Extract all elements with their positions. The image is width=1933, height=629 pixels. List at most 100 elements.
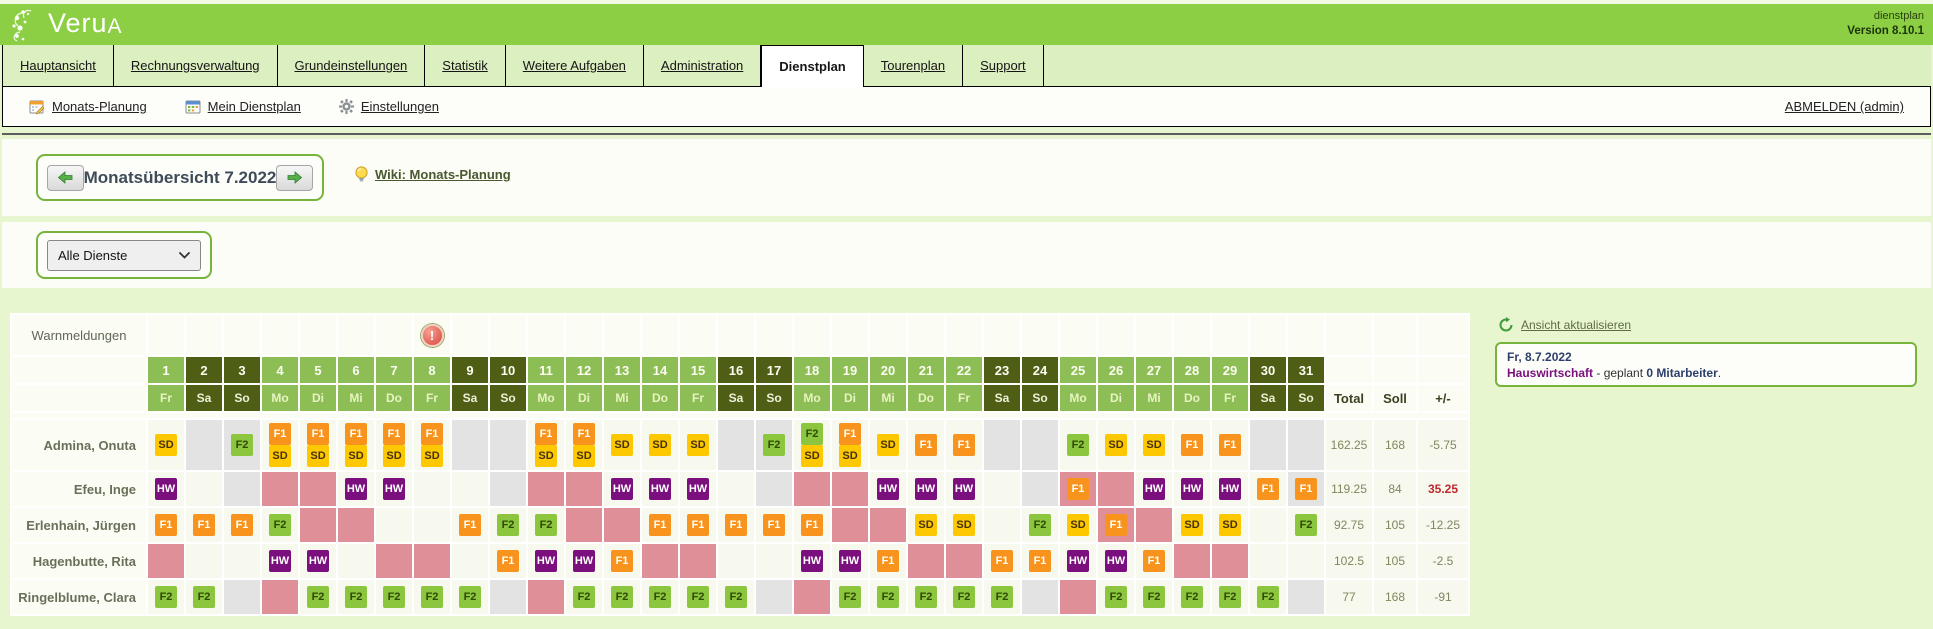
schedule-cell-day-24[interactable]: F1 xyxy=(1022,544,1058,578)
schedule-cell-day-24[interactable] xyxy=(1022,472,1058,506)
schedule-cell-day-1[interactable]: F2 xyxy=(148,580,184,614)
schedule-cell-day-23[interactable] xyxy=(984,472,1020,506)
schedule-cell-day-26[interactable]: HW xyxy=(1098,544,1134,578)
schedule-cell-day-4[interactable]: F2 xyxy=(262,508,298,542)
schedule-cell-day-23[interactable]: F1 xyxy=(984,544,1020,578)
schedule-cell-day-1[interactable] xyxy=(148,544,184,578)
schedule-cell-day-11[interactable]: F1SD xyxy=(528,420,564,470)
schedule-cell-day-21[interactable] xyxy=(908,544,944,578)
tab-support[interactable]: Support xyxy=(963,45,1044,86)
schedule-cell-day-11[interactable]: HW xyxy=(528,544,564,578)
schedule-cell-day-5[interactable]: F2 xyxy=(300,580,336,614)
schedule-cell-day-28[interactable]: HW xyxy=(1174,472,1210,506)
schedule-cell-day-17[interactable] xyxy=(756,472,792,506)
schedule-cell-day-9[interactable] xyxy=(452,420,488,470)
next-month-button[interactable] xyxy=(276,165,313,191)
schedule-cell-day-7[interactable] xyxy=(376,508,412,542)
schedule-cell-day-11[interactable] xyxy=(528,580,564,614)
schedule-cell-day-15[interactable]: F1 xyxy=(680,508,716,542)
schedule-cell-day-10[interactable]: F1 xyxy=(490,544,526,578)
schedule-cell-day-23[interactable] xyxy=(984,508,1020,542)
schedule-cell-day-1[interactable]: HW xyxy=(148,472,184,506)
schedule-cell-day-27[interactable]: HW xyxy=(1136,472,1172,506)
schedule-cell-day-7[interactable] xyxy=(376,544,412,578)
schedule-cell-day-2[interactable]: F2 xyxy=(186,580,222,614)
toolbar-item-einstellungen[interactable]: Einstellungen xyxy=(339,99,439,114)
tab-statistik[interactable]: Statistik xyxy=(425,45,506,86)
schedule-cell-day-28[interactable]: SD xyxy=(1174,508,1210,542)
schedule-cell-day-29[interactable]: F1 xyxy=(1212,420,1248,470)
schedule-cell-day-22[interactable]: F2 xyxy=(946,580,982,614)
schedule-cell-day-24[interactable]: F2 xyxy=(1022,508,1058,542)
schedule-cell-day-14[interactable] xyxy=(642,544,678,578)
schedule-cell-day-26[interactable] xyxy=(1098,472,1134,506)
schedule-cell-day-31[interactable]: F1 xyxy=(1288,472,1324,506)
schedule-cell-day-16[interactable]: F1 xyxy=(718,508,754,542)
schedule-cell-day-6[interactable]: HW xyxy=(338,472,374,506)
wiki-link[interactable]: Wiki: Monats-Planung xyxy=(354,166,511,183)
schedule-cell-day-3[interactable] xyxy=(224,472,260,506)
schedule-cell-day-22[interactable]: SD xyxy=(946,508,982,542)
schedule-cell-day-12[interactable] xyxy=(566,508,602,542)
schedule-cell-day-10[interactable]: F2 xyxy=(490,508,526,542)
schedule-cell-day-2[interactable] xyxy=(186,420,222,470)
schedule-cell-day-21[interactable]: SD xyxy=(908,508,944,542)
schedule-cell-day-10[interactable] xyxy=(490,420,526,470)
schedule-cell-day-20[interactable] xyxy=(870,508,906,542)
tab-weitere-aufgaben[interactable]: Weitere Aufgaben xyxy=(506,45,644,86)
tab-administration[interactable]: Administration xyxy=(644,45,761,86)
schedule-cell-day-19[interactable]: F2 xyxy=(832,580,868,614)
schedule-cell-day-8[interactable] xyxy=(414,508,450,542)
schedule-cell-day-30[interactable] xyxy=(1250,420,1286,470)
schedule-cell-day-13[interactable]: SD xyxy=(604,420,640,470)
schedule-cell-day-23[interactable] xyxy=(984,420,1020,470)
tab-dienstplan[interactable]: Dienstplan xyxy=(761,45,863,87)
schedule-cell-day-25[interactable] xyxy=(1060,580,1096,614)
schedule-cell-day-13[interactable] xyxy=(604,508,640,542)
schedule-cell-day-11[interactable]: F2 xyxy=(528,508,564,542)
schedule-cell-day-9[interactable]: F2 xyxy=(452,580,488,614)
schedule-cell-day-2[interactable] xyxy=(186,544,222,578)
schedule-cell-day-9[interactable] xyxy=(452,544,488,578)
schedule-cell-day-21[interactable]: HW xyxy=(908,472,944,506)
schedule-cell-day-6[interactable]: F2 xyxy=(338,580,374,614)
schedule-cell-day-30[interactable]: F1 xyxy=(1250,472,1286,506)
schedule-cell-day-14[interactable]: SD xyxy=(642,420,678,470)
schedule-cell-day-16[interactable] xyxy=(718,472,754,506)
schedule-cell-day-17[interactable]: F1 xyxy=(756,508,792,542)
schedule-cell-day-1[interactable]: SD xyxy=(148,420,184,470)
logout-link[interactable]: ABMELDEN (admin) xyxy=(1785,99,1904,114)
schedule-cell-day-30[interactable] xyxy=(1250,508,1286,542)
schedule-cell-day-18[interactable] xyxy=(794,472,830,506)
schedule-cell-day-13[interactable]: F1 xyxy=(604,544,640,578)
schedule-cell-day-18[interactable]: F1 xyxy=(794,508,830,542)
schedule-cell-day-17[interactable]: F2 xyxy=(756,420,792,470)
schedule-cell-day-8[interactable]: F1SD xyxy=(414,420,450,470)
schedule-cell-day-18[interactable] xyxy=(794,580,830,614)
schedule-cell-day-31[interactable] xyxy=(1288,580,1324,614)
schedule-cell-day-16[interactable] xyxy=(718,420,754,470)
schedule-cell-day-28[interactable]: F2 xyxy=(1174,580,1210,614)
schedule-cell-day-18[interactable]: HW xyxy=(794,544,830,578)
schedule-cell-day-19[interactable] xyxy=(832,472,868,506)
schedule-cell-day-8[interactable] xyxy=(414,544,450,578)
schedule-cell-day-3[interactable]: F2 xyxy=(224,420,260,470)
schedule-cell-day-12[interactable]: F1SD xyxy=(566,420,602,470)
schedule-cell-day-1[interactable]: F1 xyxy=(148,508,184,542)
schedule-cell-day-11[interactable] xyxy=(528,472,564,506)
previous-month-button[interactable] xyxy=(47,165,84,191)
schedule-cell-day-22[interactable]: F1 xyxy=(946,420,982,470)
schedule-cell-day-14[interactable]: HW xyxy=(642,472,678,506)
schedule-cell-day-31[interactable]: F2 xyxy=(1288,508,1324,542)
schedule-cell-day-13[interactable]: F2 xyxy=(604,580,640,614)
schedule-cell-day-14[interactable]: F2 xyxy=(642,580,678,614)
tab-rechnungsverwaltung[interactable]: Rechnungsverwaltung xyxy=(114,45,278,86)
schedule-cell-day-19[interactable]: HW xyxy=(832,544,868,578)
schedule-cell-day-12[interactable] xyxy=(566,472,602,506)
schedule-cell-day-6[interactable] xyxy=(338,508,374,542)
schedule-cell-day-19[interactable]: F1SD xyxy=(832,420,868,470)
schedule-cell-day-28[interactable] xyxy=(1174,544,1210,578)
schedule-cell-day-26[interactable]: SD xyxy=(1098,420,1134,470)
schedule-cell-day-15[interactable]: HW xyxy=(680,472,716,506)
schedule-cell-day-5[interactable] xyxy=(300,508,336,542)
